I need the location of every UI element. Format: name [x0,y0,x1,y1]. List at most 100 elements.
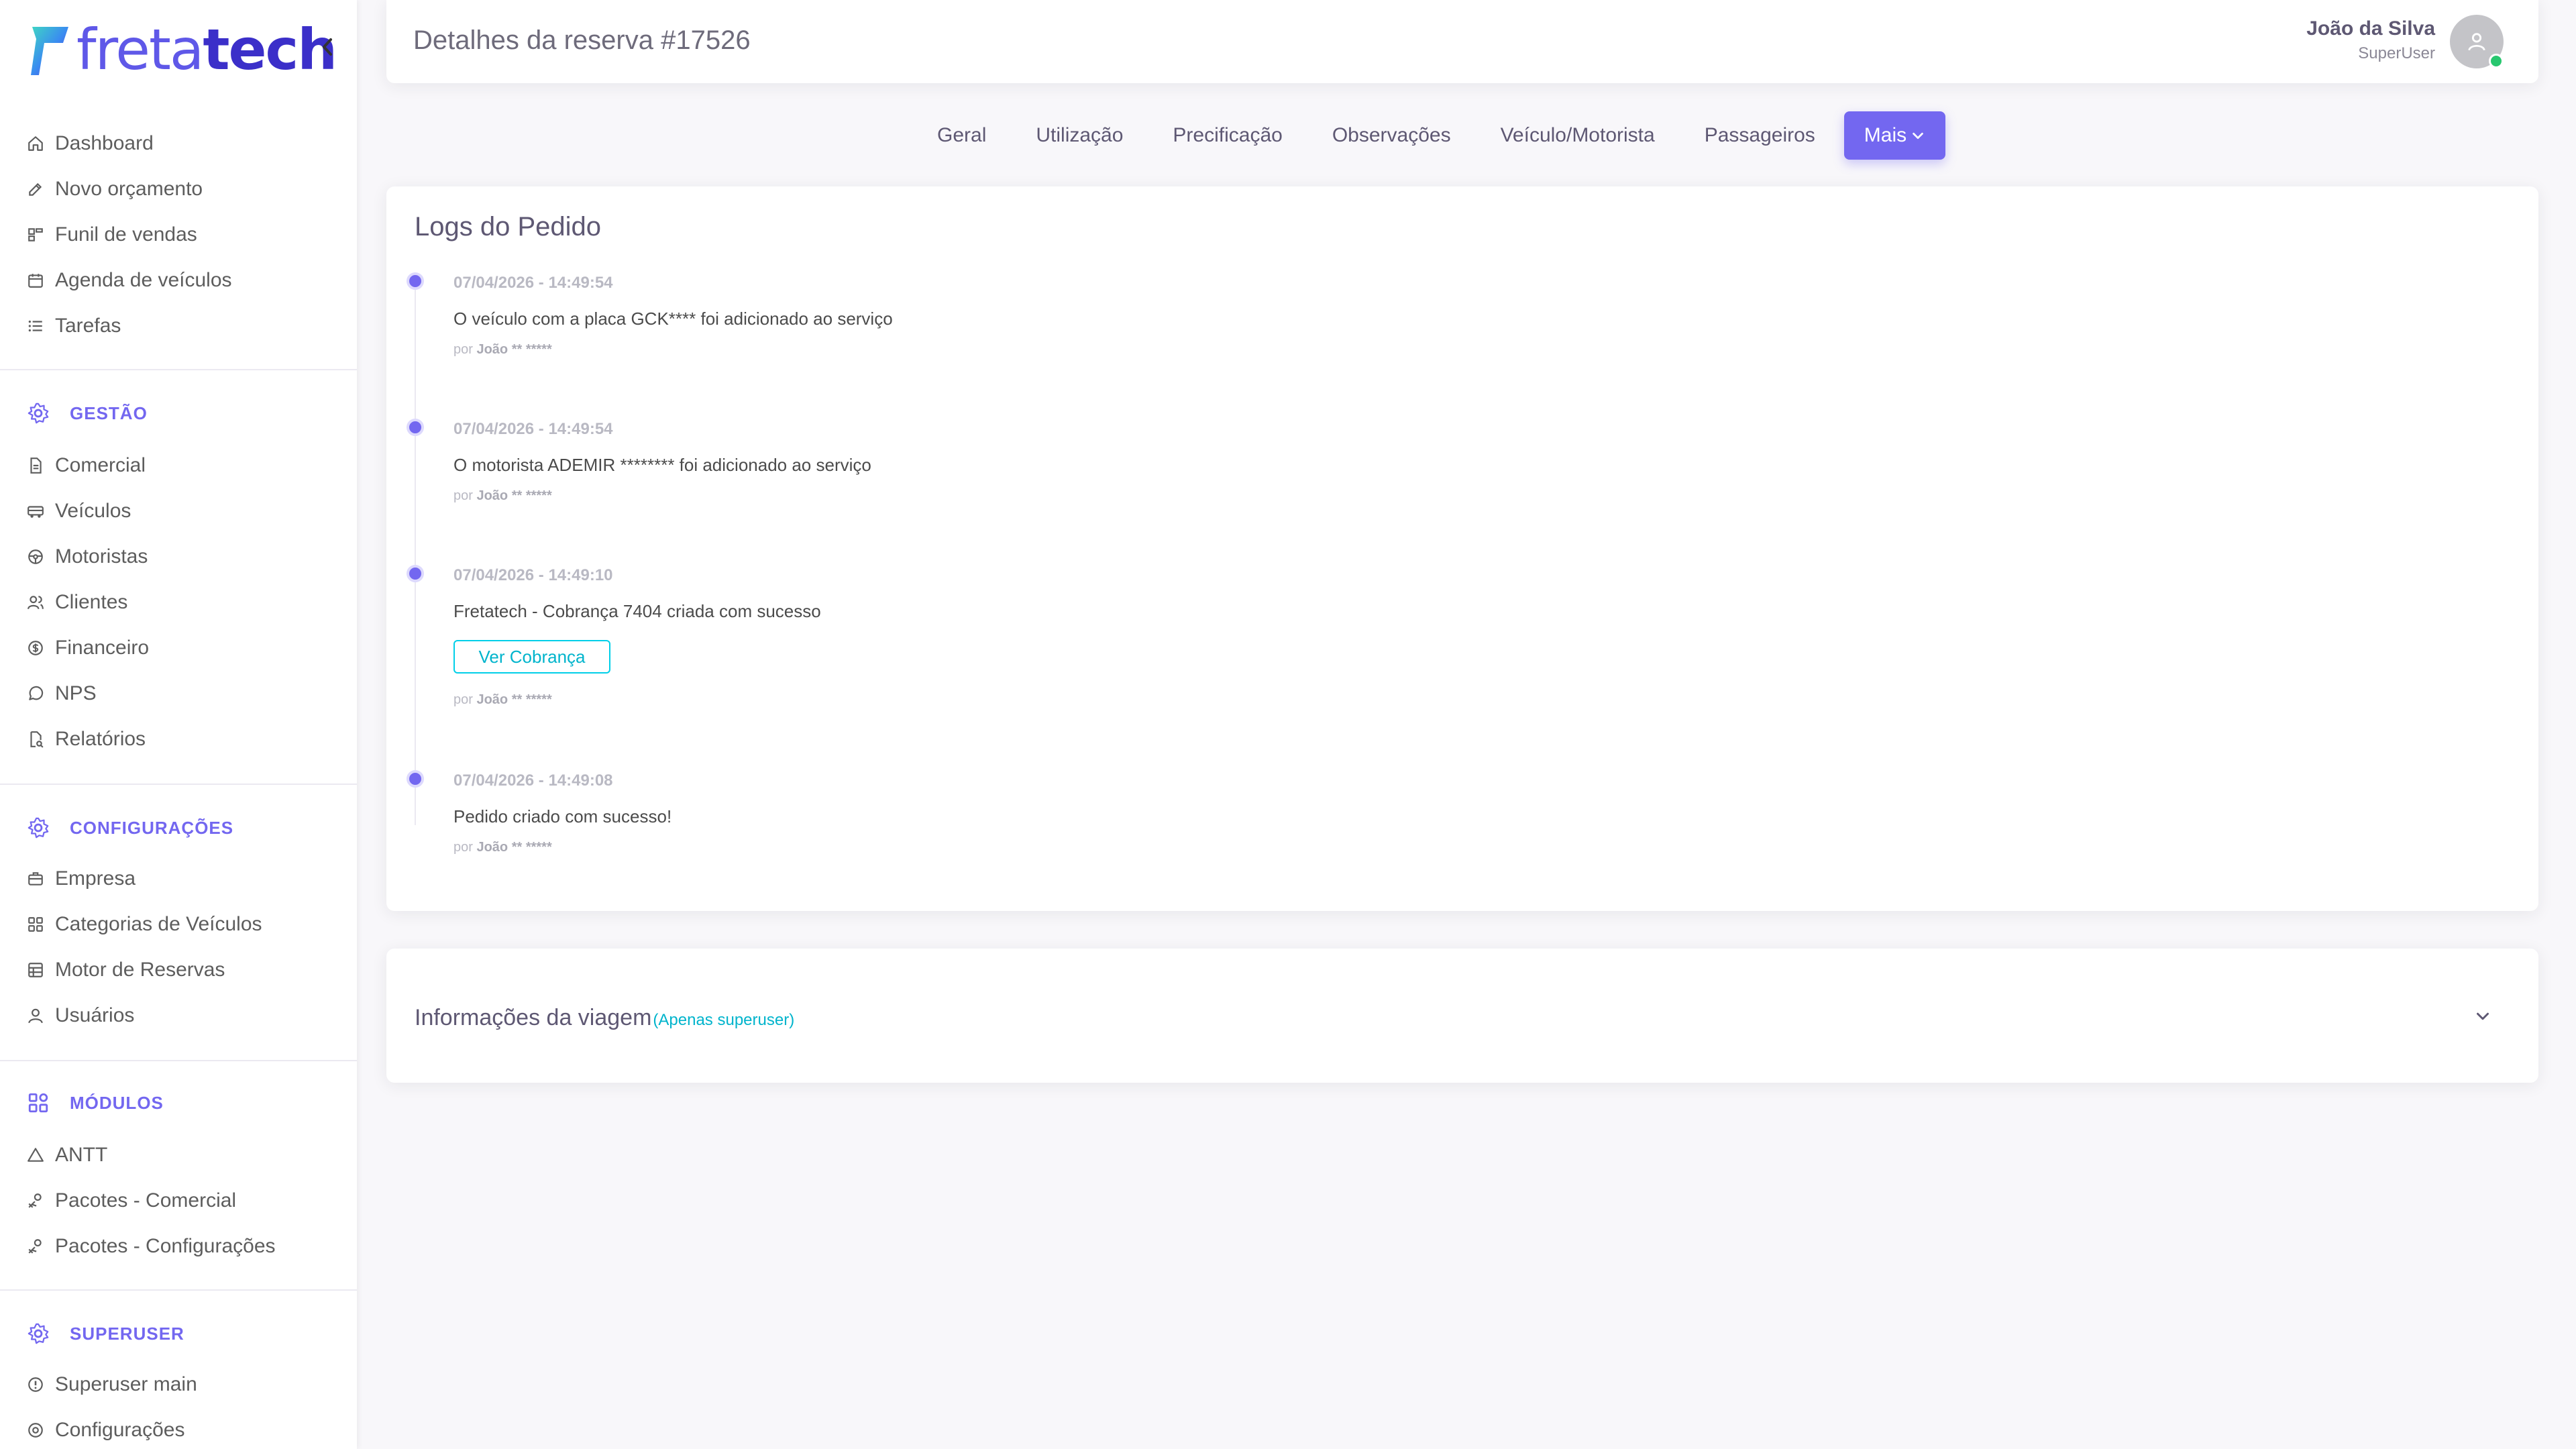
sidebar-item-label: Motor de Reservas [55,959,225,981]
section-title-configuracoes: CONFIGURAÇÕES [27,809,233,847]
dollar-icon [28,641,43,655]
log-text: Fretatech - Cobrança 7404 criada com suc… [453,601,821,621]
sidebar-item-label: ANTT [55,1144,108,1166]
user-name[interactable]: João da Silva [2306,17,2435,40]
sidebar-item-relatorios[interactable]: Relatórios [27,720,146,758]
sidebar-item-label: Novo orçamento [55,178,203,200]
sidebar-item-pacotes-comercial[interactable]: Pacotes - Comercial [27,1182,236,1220]
timeline-dot [407,770,424,788]
sidebar-item-label: Relatórios [55,728,146,750]
sidebar-divider [0,369,357,370]
sidebar-item-label: Usuários [55,1004,135,1026]
brand-name: fretatech [76,17,337,83]
page-title: Detalhes da reserva #17526 [413,25,751,55]
sidebar-item-label: Comercial [55,454,146,476]
chevron-down-icon [1913,132,1923,140]
ver-cobranca-button[interactable]: Ver Cobrança [453,640,610,674]
top-bar: Detalhes da reserva #17526 João da Silva… [386,0,2538,83]
chevron-left-icon [323,38,332,56]
document-icon [30,458,42,474]
tab-mais[interactable]: Mais [1843,111,1946,160]
sidebar-item-clientes[interactable]: Clientes [27,584,127,621]
sidebar-item-nps[interactable]: NPS [27,675,97,712]
sidebar-item-superuser-main[interactable]: Superuser main [27,1366,197,1403]
trip-info-title: Informações da viagem [415,1005,652,1030]
triangle-icon [28,1148,44,1162]
sidebar-item-tarefas[interactable]: Tarefas [27,307,121,345]
sidebar-item-financeiro[interactable]: Financeiro [27,629,149,667]
tab-geral[interactable]: Geral [912,111,1011,160]
sidebar-item-label: Funil de vendas [55,223,197,246]
tab-veiculo-motorista[interactable]: Veículo/Motorista [1476,111,1680,160]
info-icon [28,1377,43,1392]
log-author: por João ** ***** [453,840,552,855]
tab-mais-label: Mais [1864,124,1907,146]
sidebar-item-categorias-de-veiculos[interactable]: Categorias de Veículos [27,906,262,943]
tab-observacoes[interactable]: Observações [1307,111,1476,160]
user-icon [28,1008,43,1024]
log-author: por João ** ***** [453,488,552,504]
sidebar-item-agenda-de-veiculos[interactable]: Agenda de veículos [27,262,232,299]
sidebar-item-comercial[interactable]: Comercial [27,447,146,484]
tab-utilizacao[interactable]: Utilização [1011,111,1148,160]
steering-wheel-icon [28,549,43,564]
gear-icon [28,1323,49,1344]
sidebar-item-pacotes-configuracoes[interactable]: Pacotes - Configurações [27,1228,276,1265]
trip-info-card[interactable]: Informações da viagem(Apenas superuser) [386,949,2538,1083]
sidebar-item-label: Categorias de Veículos [55,913,262,935]
collapse-sidebar-button[interactable] [315,32,339,62]
timeline-dot [407,272,424,290]
brand-logo[interactable]: fretatech [27,16,342,83]
sidebar-item-empresa[interactable]: Empresa [27,860,136,898]
sidebar-item-configuracoes[interactable]: Configurações [27,1411,184,1449]
log-text: O motorista ADEMIR ******** foi adiciona… [453,455,871,475]
sidebar-item-label: Clientes [55,591,128,613]
logs-card: Logs do Pedido 07/04/2026 - 14:49:54 O v… [386,186,2538,911]
sidebar-item-label: Superuser main [55,1373,197,1395]
sidebar-item-dashboard[interactable]: Dashboard [27,125,154,162]
sidebar-item-label: NPS [55,682,97,704]
detail-tabs: Geral Utilização Precificação Observaçõe… [912,111,1946,160]
home-icon [28,136,43,151]
list-icon [28,320,42,332]
log-author: por João ** ***** [453,692,552,708]
log-author-prefix: por [453,840,473,855]
sidebar-item-motoristas[interactable]: Motoristas [27,538,148,576]
section-title-label: MÓDULOS [70,1092,164,1113]
sidebar-item-motor-de-reservas[interactable]: Motor de Reservas [27,951,225,989]
sidebar-item-label: Empresa [55,867,136,890]
log-author-prefix: por [453,692,473,707]
section-title-gestao: GESTÃO [27,394,148,432]
sidebar-item-antt[interactable]: ANTT [27,1136,107,1174]
section-title-label: SUPERUSER [70,1323,184,1344]
truck-icon [28,506,44,518]
timeline-dot [407,565,424,582]
sidebar-item-usuarios[interactable]: Usuários [27,997,134,1034]
tab-precificacao[interactable]: Precificação [1148,111,1307,160]
log-time: 07/04/2026 - 14:49:54 [453,420,613,438]
section-title-label: GESTÃO [70,402,148,423]
calendar-icon [28,274,43,288]
edit-icon [29,182,42,196]
package-icon [28,1239,42,1254]
sidebar-item-label: Pacotes - Configurações [55,1235,276,1257]
log-author-prefix: por [453,488,473,503]
sidebar-item-label: Motoristas [55,545,148,568]
section-title-label: CONFIGURAÇÕES [70,817,234,838]
sidebar-item-novo-orcamento[interactable]: Novo orçamento [27,170,203,208]
log-author-name: João ** ***** [476,488,552,503]
log-time: 07/04/2026 - 14:49:54 [453,274,613,292]
log-text: Pedido criado com sucesso! [453,806,672,826]
chevron-down-icon[interactable] [2473,1006,2493,1026]
sidebar-item-label: Dashboard [55,132,154,154]
sidebar: fretatech Dashboard Novo orçamento Funil… [0,0,357,1449]
tab-passageiros[interactable]: Passageiros [1680,111,1840,160]
gear-icon [28,817,49,839]
sidebar-item-label: Agenda de veículos [55,269,232,291]
timeline-dot [407,419,424,436]
avatar[interactable] [2450,15,2504,68]
sidebar-item-funil-de-vendas[interactable]: Funil de vendas [27,216,197,254]
trip-info-header: Informações da viagem(Apenas superuser) [415,1005,794,1031]
sidebar-item-veiculos[interactable]: Veículos [27,492,131,530]
logs-title: Logs do Pedido [415,212,602,241]
